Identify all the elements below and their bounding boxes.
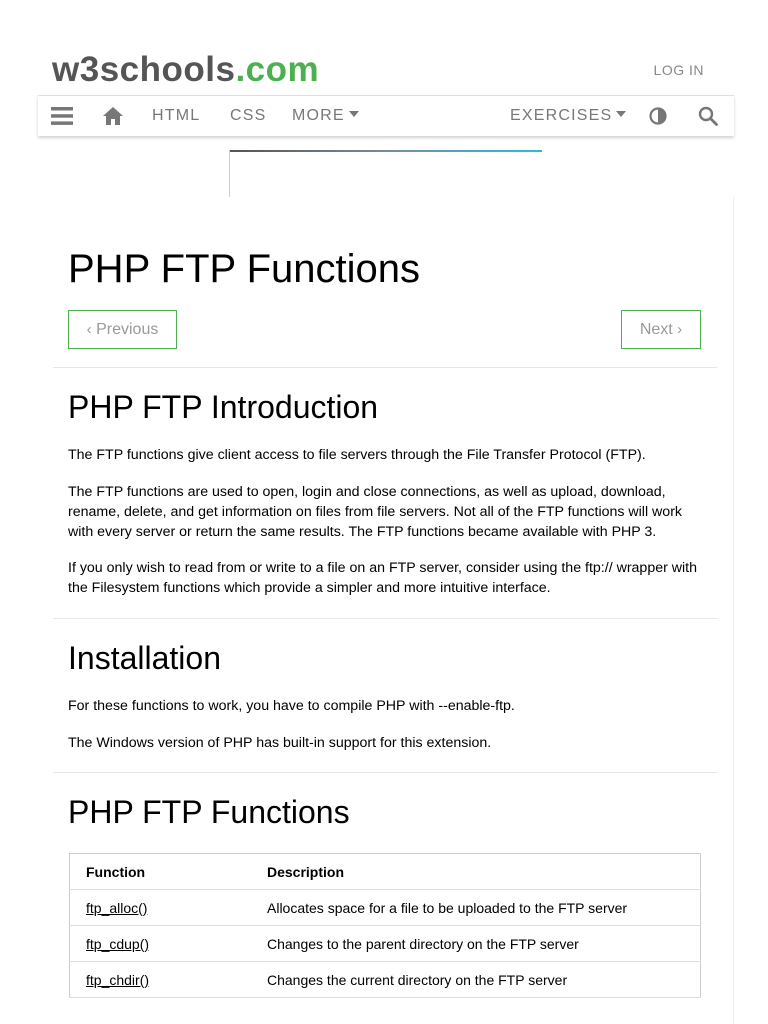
- ad-divider: [230, 150, 542, 152]
- ad-placeholder: [229, 150, 542, 197]
- brand-name: w3schools: [52, 50, 236, 89]
- column-header-description: Description: [251, 853, 701, 890]
- description-cell: Changes to the parent directory on the F…: [251, 925, 701, 962]
- brand-logo[interactable]: w3schools.com: [52, 50, 319, 90]
- description-cell: Changes the current directory on the FTP…: [251, 961, 701, 998]
- top-navbar: HTML CSS MORE EXERCISES: [38, 95, 734, 136]
- intro-paragraph-2: The FTP functions are used to open, logi…: [68, 484, 683, 540]
- page-title: PHP FTP Functions: [68, 247, 420, 291]
- function-link[interactable]: ftp_chdir(): [86, 972, 149, 988]
- function-link[interactable]: ftp_alloc(): [86, 900, 147, 916]
- main-content: PHP FTP Functions ‹ Previous Next › PHP …: [38, 197, 734, 1024]
- search-icon[interactable]: [698, 96, 718, 136]
- caret-down-icon: [348, 110, 359, 117]
- functions-heading: PHP FTP Functions: [68, 794, 350, 830]
- nav-more[interactable]: MORE: [292, 96, 359, 136]
- table-row: ftp_cdup() Changes to the parent directo…: [69, 925, 701, 962]
- previous-button[interactable]: ‹ Previous: [68, 310, 177, 349]
- description-cell: Allocates space for a file to be uploade…: [251, 889, 701, 926]
- divider: [53, 772, 717, 773]
- login-link[interactable]: LOG IN: [654, 62, 704, 78]
- table-row: ftp_chdir() Changes the current director…: [69, 961, 701, 998]
- functions-table: Function Description ftp_alloc() Allocat…: [69, 853, 701, 998]
- intro-heading: PHP FTP Introduction: [68, 389, 379, 425]
- chevron-left-icon: ‹: [86, 321, 92, 338]
- previous-label: Previous: [96, 321, 159, 338]
- nav-exercises[interactable]: EXERCISES: [510, 96, 627, 136]
- installation-paragraph-2: The Windows version of PHP has built-in …: [68, 735, 492, 751]
- nav-html[interactable]: HTML: [152, 96, 200, 136]
- intro-paragraph-3: If you only wish to read from or write t…: [68, 560, 698, 596]
- nav-more-label: MORE: [292, 107, 345, 124]
- nav-css[interactable]: CSS: [230, 96, 267, 136]
- caret-down-icon: [616, 110, 627, 117]
- function-cell: ftp_cdup(): [69, 925, 251, 962]
- contrast-icon[interactable]: [648, 96, 668, 136]
- next-button[interactable]: Next ›: [621, 310, 701, 349]
- function-cell: ftp_alloc(): [69, 889, 251, 926]
- installation-paragraph-1: For these functions to work, you have to…: [68, 698, 515, 714]
- brand-tld: .com: [235, 50, 320, 89]
- menu-icon[interactable]: [51, 96, 73, 136]
- divider: [53, 367, 717, 368]
- table-row: ftp_alloc() Allocates space for a file t…: [69, 889, 701, 926]
- divider: [53, 618, 717, 619]
- chevron-right-icon: ›: [677, 321, 683, 338]
- function-cell: ftp_chdir(): [69, 961, 251, 998]
- function-link[interactable]: ftp_cdup(): [86, 936, 149, 952]
- column-header-function: Function: [69, 853, 251, 890]
- intro-paragraph-1: The FTP functions give client access to …: [68, 447, 646, 463]
- home-icon[interactable]: [102, 96, 124, 136]
- nav-exercises-label: EXERCISES: [510, 107, 613, 124]
- table-header-row: Function Description: [69, 853, 701, 890]
- next-label: Next: [639, 321, 673, 338]
- installation-heading: Installation: [68, 640, 221, 676]
